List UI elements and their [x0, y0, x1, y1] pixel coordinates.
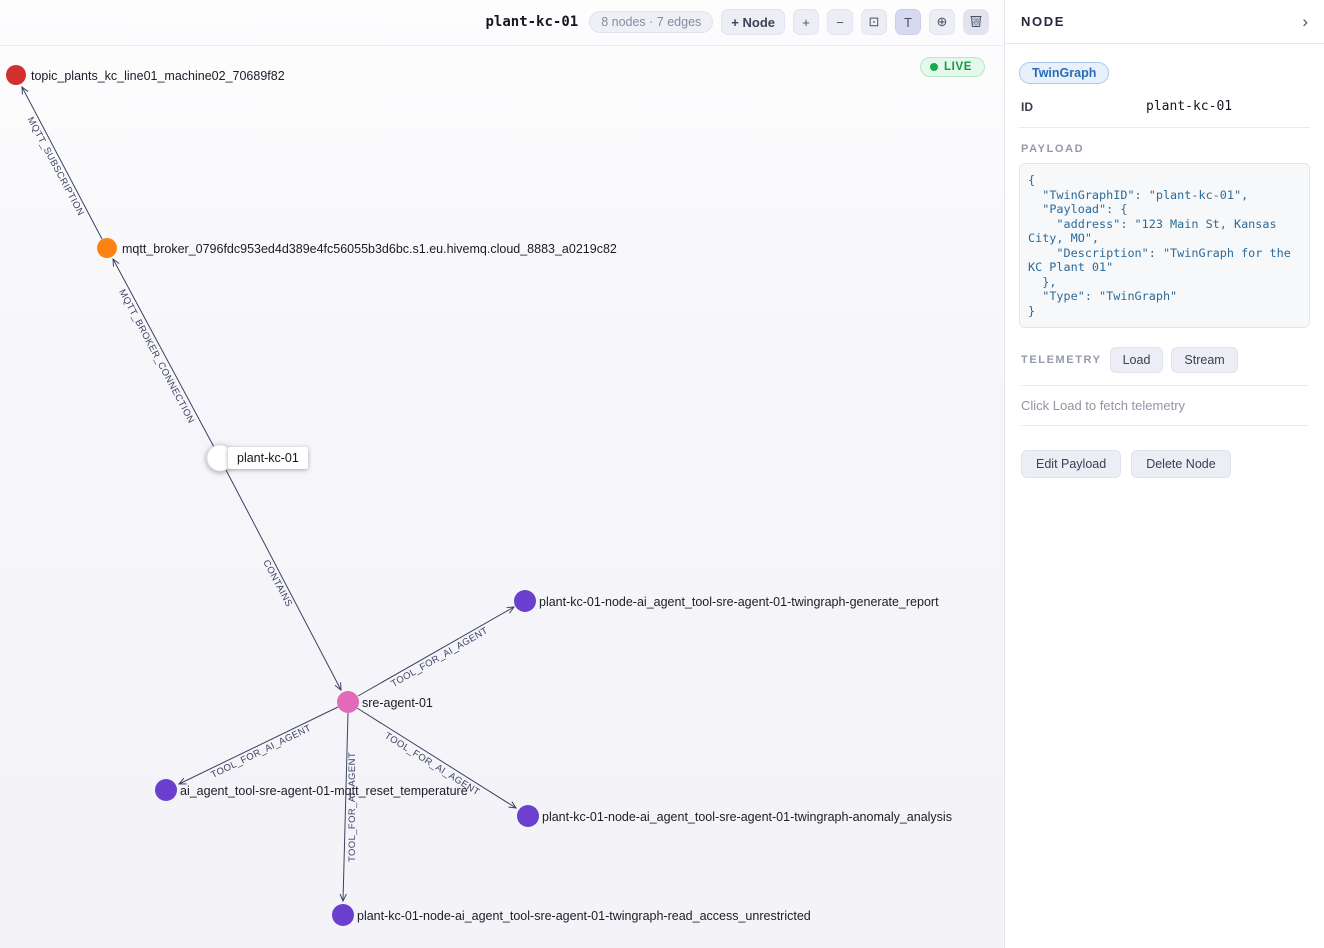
panel-title: NODE — [1021, 14, 1065, 29]
trash-icon — [969, 13, 983, 31]
edge-mqtt-subscription[interactable] — [22, 87, 102, 239]
add-node-button[interactable]: + Node — [721, 9, 785, 35]
edge-label: MQTT_BROKER_CONNECTION — [116, 288, 196, 426]
node-label-read-access: plant-kc-01-node-ai_agent_tool-sre-agent… — [357, 908, 811, 924]
node-sre-agent[interactable] — [337, 691, 359, 713]
node-count-badge: 8 nodes · 7 edges — [589, 11, 713, 33]
id-value: plant-kc-01 — [1146, 99, 1232, 114]
edge-contains[interactable] — [226, 470, 341, 690]
node-read-access[interactable] — [332, 904, 354, 926]
node-mqtt-broker[interactable] — [97, 238, 117, 258]
node-label-topic: topic_plants_kc_line01_machine02_70689f8… — [31, 68, 285, 84]
node-reset-temperature[interactable] — [155, 779, 177, 801]
node-anomaly-analysis[interactable] — [517, 805, 539, 827]
collapse-panel-icon[interactable]: › — [1302, 13, 1308, 30]
edge-tool-reset-temperature[interactable] — [179, 707, 338, 784]
node-inspector-panel: NODE › TwinGraph ID plant-kc-01 PAYLOAD … — [1004, 0, 1324, 948]
telemetry-section-label: TELEMETRY — [1021, 354, 1102, 366]
id-label: ID — [1021, 100, 1146, 114]
app-window: plant-kc-01 8 nodes · 7 edges + Node + −… — [0, 0, 1324, 948]
divider — [1021, 425, 1308, 426]
trash-button[interactable] — [963, 9, 989, 35]
stream-telemetry-button[interactable]: Stream — [1171, 347, 1237, 373]
edge-label: TOOL_FOR_AI_AGENT — [389, 625, 490, 690]
zoom-in-button[interactable]: + — [793, 9, 819, 35]
node-actions-row: Edit Payload Delete Node — [1019, 450, 1310, 478]
payload-section-label: PAYLOAD — [1021, 143, 1308, 155]
node-label-reset-temperature: ai_agent_tool-sre-agent-01-mqtt_reset_te… — [180, 783, 468, 799]
node-id-row: ID plant-kc-01 — [1019, 84, 1310, 128]
node-type-badge: TwinGraph — [1019, 62, 1109, 84]
center-view-button[interactable]: ⊕ — [929, 9, 955, 35]
edge-mqtt-broker-connection[interactable] — [113, 259, 214, 447]
node-topic[interactable] — [6, 65, 26, 85]
edge-tool-generate-report[interactable] — [358, 607, 514, 696]
labels-toggle-button[interactable]: T — [895, 9, 921, 35]
telemetry-hint-text: Click Load to fetch telemetry — [1019, 386, 1310, 413]
telemetry-row: TELEMETRY Load Stream — [1019, 347, 1310, 373]
node-label-generate-report: plant-kc-01-node-ai_agent_tool-sre-agent… — [539, 594, 939, 610]
edge-label: MQTT_SUBSCRIPTION — [25, 115, 86, 218]
node-generate-report[interactable] — [514, 590, 536, 612]
graph-svg: MQTT_SUBSCRIPTION MQTT_BROKER_CONNECTION… — [0, 0, 1004, 948]
edge-label: TOOL_FOR_AI_AGENT — [209, 723, 313, 781]
node-label-anomaly-analysis: plant-kc-01-node-ai_agent_tool-sre-agent… — [542, 809, 952, 825]
node-label-mqtt-broker: mqtt_broker_0796fdc953ed4d389e4fc56055b3… — [122, 241, 617, 257]
edge-label: CONTAINS — [260, 558, 294, 609]
panel-body: TwinGraph ID plant-kc-01 PAYLOAD { "Twin… — [1005, 44, 1324, 478]
node-label-plant: plant-kc-01 — [228, 447, 308, 469]
fit-view-button[interactable]: ⊡ — [861, 9, 887, 35]
edge-label: TOOL_FOR_AI_AGENT — [347, 752, 358, 862]
edit-payload-button[interactable]: Edit Payload — [1021, 450, 1121, 478]
load-telemetry-button[interactable]: Load — [1110, 347, 1164, 373]
zoom-out-button[interactable]: − — [827, 9, 853, 35]
payload-json-block: { "TwinGraphID": "plant-kc-01", "Payload… — [1019, 163, 1310, 328]
graph-canvas[interactable]: plant-kc-01 8 nodes · 7 edges + Node + −… — [0, 0, 1004, 948]
node-label-sre-agent: sre-agent-01 — [362, 695, 433, 711]
canvas-toolbar: plant-kc-01 8 nodes · 7 edges + Node + −… — [485, 9, 989, 35]
panel-header: NODE › — [1005, 0, 1324, 44]
graph-title: plant-kc-01 — [485, 14, 578, 30]
delete-node-button[interactable]: Delete Node — [1131, 450, 1231, 478]
